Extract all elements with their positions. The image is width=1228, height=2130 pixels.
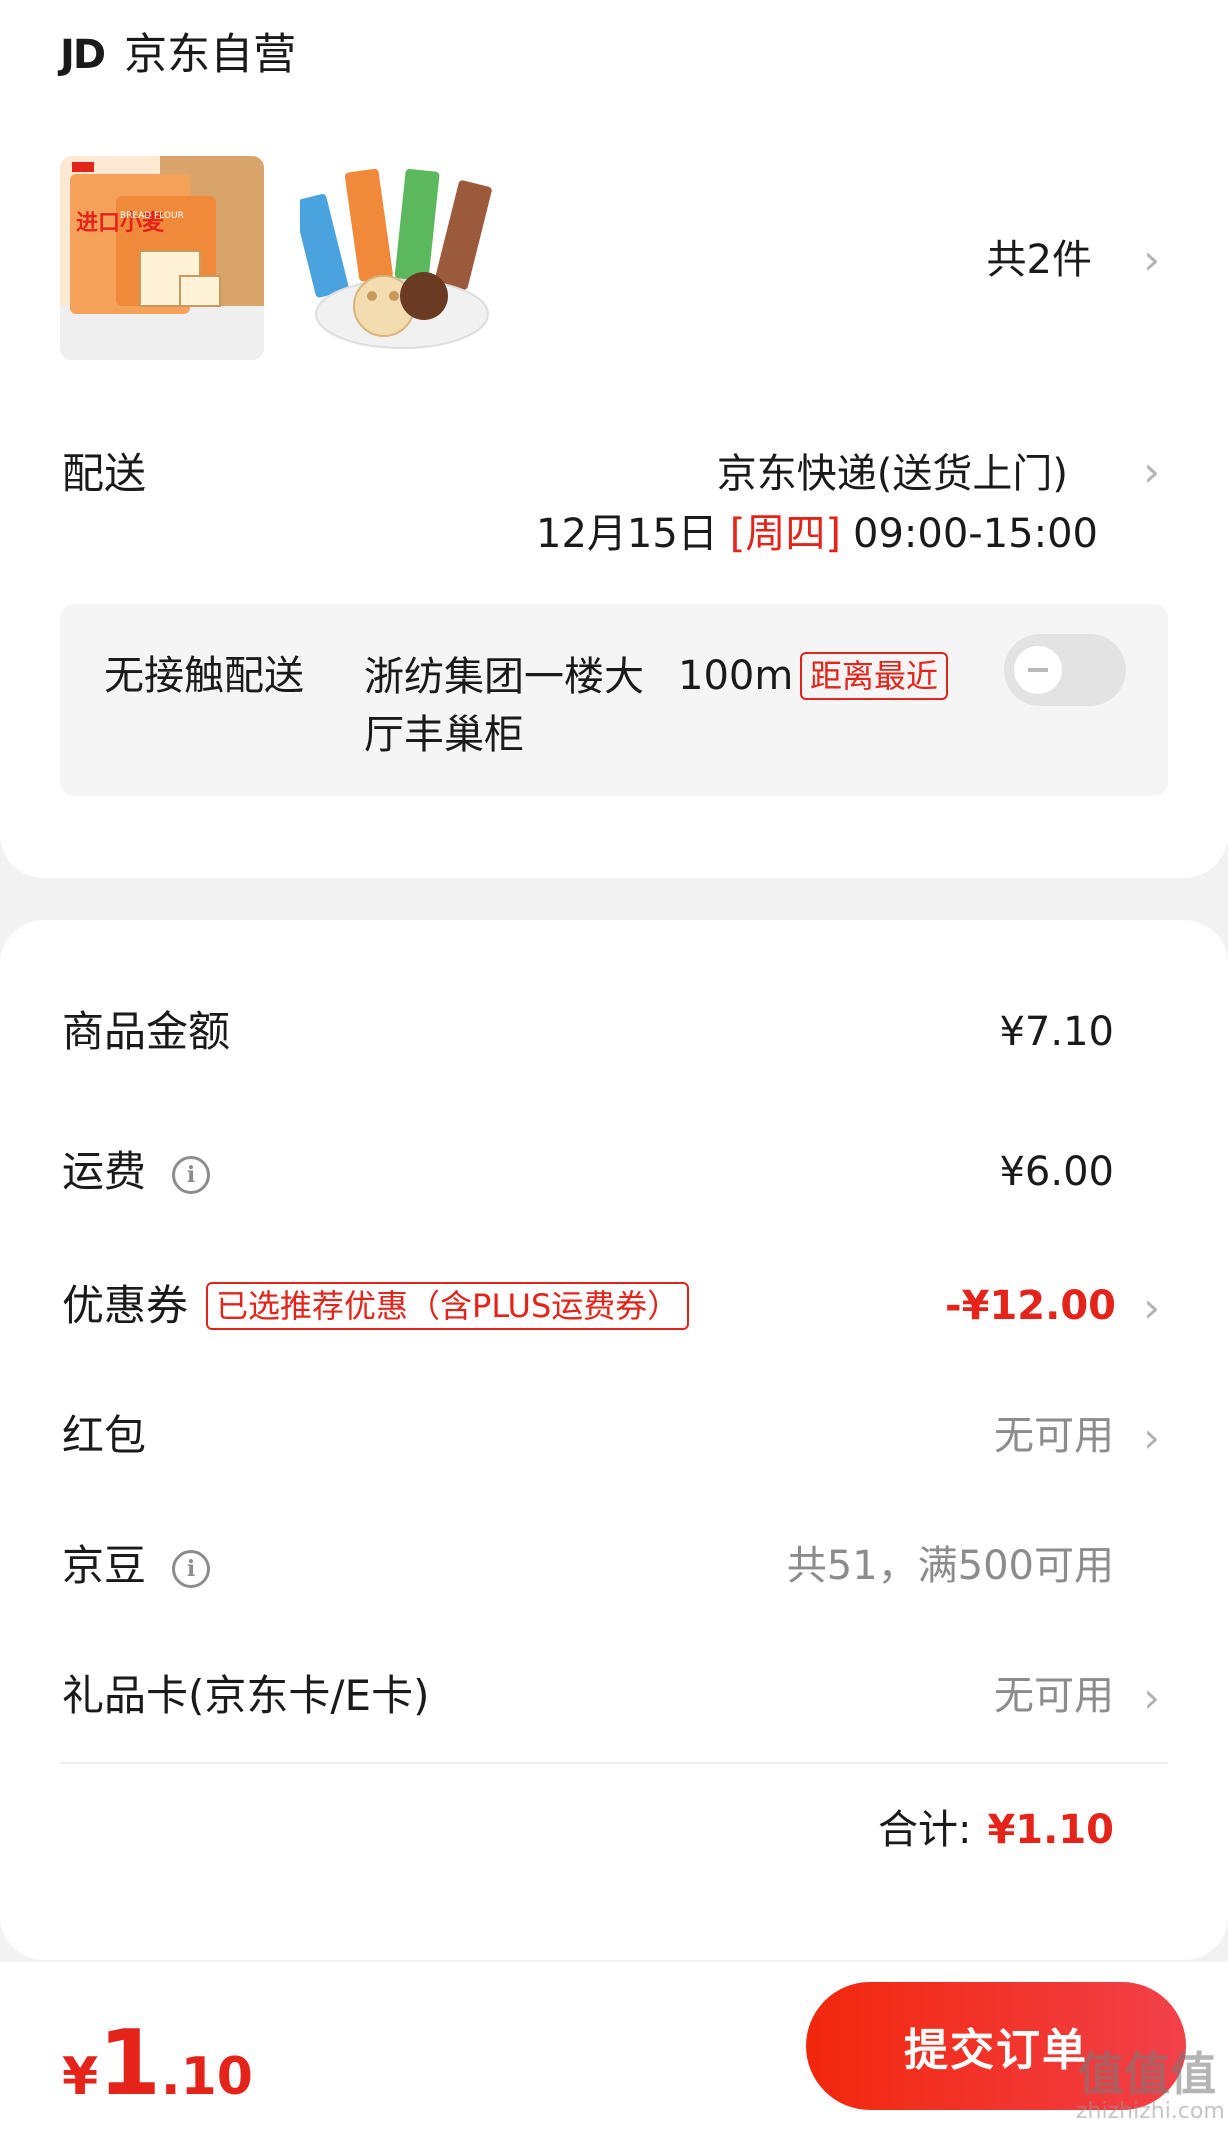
giftcard-value[interactable]: 无可用 <box>994 1666 1114 1726</box>
price-currency: ¥ <box>62 2047 99 2107</box>
pickup-location: 浙纺集团一楼大厅丰巢柜 <box>364 654 644 758</box>
delivery-date: 12月15日 <box>536 511 718 557</box>
total-label: 合计: <box>877 1807 972 1853</box>
price-integer: 1 <box>98 2011 161 2116</box>
shipping-value: ¥6.00 <box>999 1149 1114 1195</box>
divider <box>60 1762 1168 1764</box>
delivery-method[interactable]: 京东快递(送货上门) <box>717 444 1068 504</box>
chevron-right-icon[interactable]: › <box>1143 1410 1160 1466</box>
shop-header[interactable]: JD 京东自营 <box>60 24 296 86</box>
delivery-time[interactable]: 12月15日 [周四] 09:00-15:00 <box>536 504 1098 564</box>
jingdou-label: 京豆 <box>62 1541 147 1590</box>
chevron-right-icon[interactable]: › <box>1143 232 1160 288</box>
chevron-right-icon[interactable]: › <box>1143 1280 1160 1336</box>
biscuit-product-image <box>300 156 504 360</box>
item-count-label: 共2件 <box>986 237 1092 283</box>
pickup-distance: 100m <box>678 653 794 699</box>
total-row: 合计: ¥1.10 <box>878 1800 1114 1860</box>
shipping-label: 运费 <box>62 1147 147 1196</box>
product-thumbnail-flour[interactable]: 进口小麦 BREAD FLOUR <box>60 156 264 360</box>
chevron-right-icon[interactable]: › <box>1143 444 1160 500</box>
watermark: 值值值 <box>1078 2047 1216 2101</box>
redpacket-label: 红包 <box>62 1411 147 1460</box>
item-count[interactable]: 共2件 <box>987 232 1092 288</box>
chevron-right-icon[interactable]: › <box>1143 1670 1160 1726</box>
contactless-label: 无接触配送 <box>104 653 304 699</box>
goods-amount-label: 商品金额 <box>62 1007 231 1056</box>
delivery-weekday: [周四] <box>729 511 842 557</box>
jingdou-row: 京豆 i <box>62 1536 211 1596</box>
redpacket-value[interactable]: 无可用 <box>994 1406 1114 1466</box>
coupon-row[interactable]: 优惠券 已选推荐优惠（含PLUS运费券） <box>62 1276 690 1336</box>
coupon-tag: 已选推荐优惠（含PLUS运费券） <box>206 1282 690 1330</box>
shipping-row: 运费 i <box>62 1142 211 1202</box>
toggle-knob <box>1014 646 1062 694</box>
coupon-value[interactable]: -¥12.00 <box>945 1276 1116 1336</box>
contactless-toggle[interactable] <box>1004 634 1126 706</box>
price-decimal: .10 <box>160 2047 253 2107</box>
product-thumbnail-biscuit[interactable] <box>300 156 504 360</box>
watermark-url: zhizhizhi.com <box>1076 2099 1225 2124</box>
info-icon[interactable]: i <box>172 1155 211 1194</box>
svg-text:BREAD FLOUR: BREAD FLOUR <box>120 211 184 221</box>
nearest-tag: 距离最近 <box>800 652 949 700</box>
jd-logo: JD <box>60 32 106 78</box>
flour-product-image: 进口小麦 BREAD FLOUR <box>60 156 264 360</box>
goods-amount-value: ¥7.10 <box>999 1009 1114 1055</box>
coupon-label: 优惠券 <box>62 1281 189 1330</box>
total-value: ¥1.10 <box>987 1807 1114 1853</box>
final-price: ¥1.10 <box>62 2014 253 2130</box>
giftcard-label: 礼品卡(京东卡/E卡) <box>62 1671 430 1720</box>
delivery-label: 配送 <box>62 449 147 498</box>
info-icon[interactable]: i <box>172 1549 211 1588</box>
delivery-time-window: 09:00-15:00 <box>853 511 1098 557</box>
jingdou-value: 共51，满500可用 <box>786 1543 1114 1589</box>
shop-name: 京东自营 <box>124 30 297 80</box>
